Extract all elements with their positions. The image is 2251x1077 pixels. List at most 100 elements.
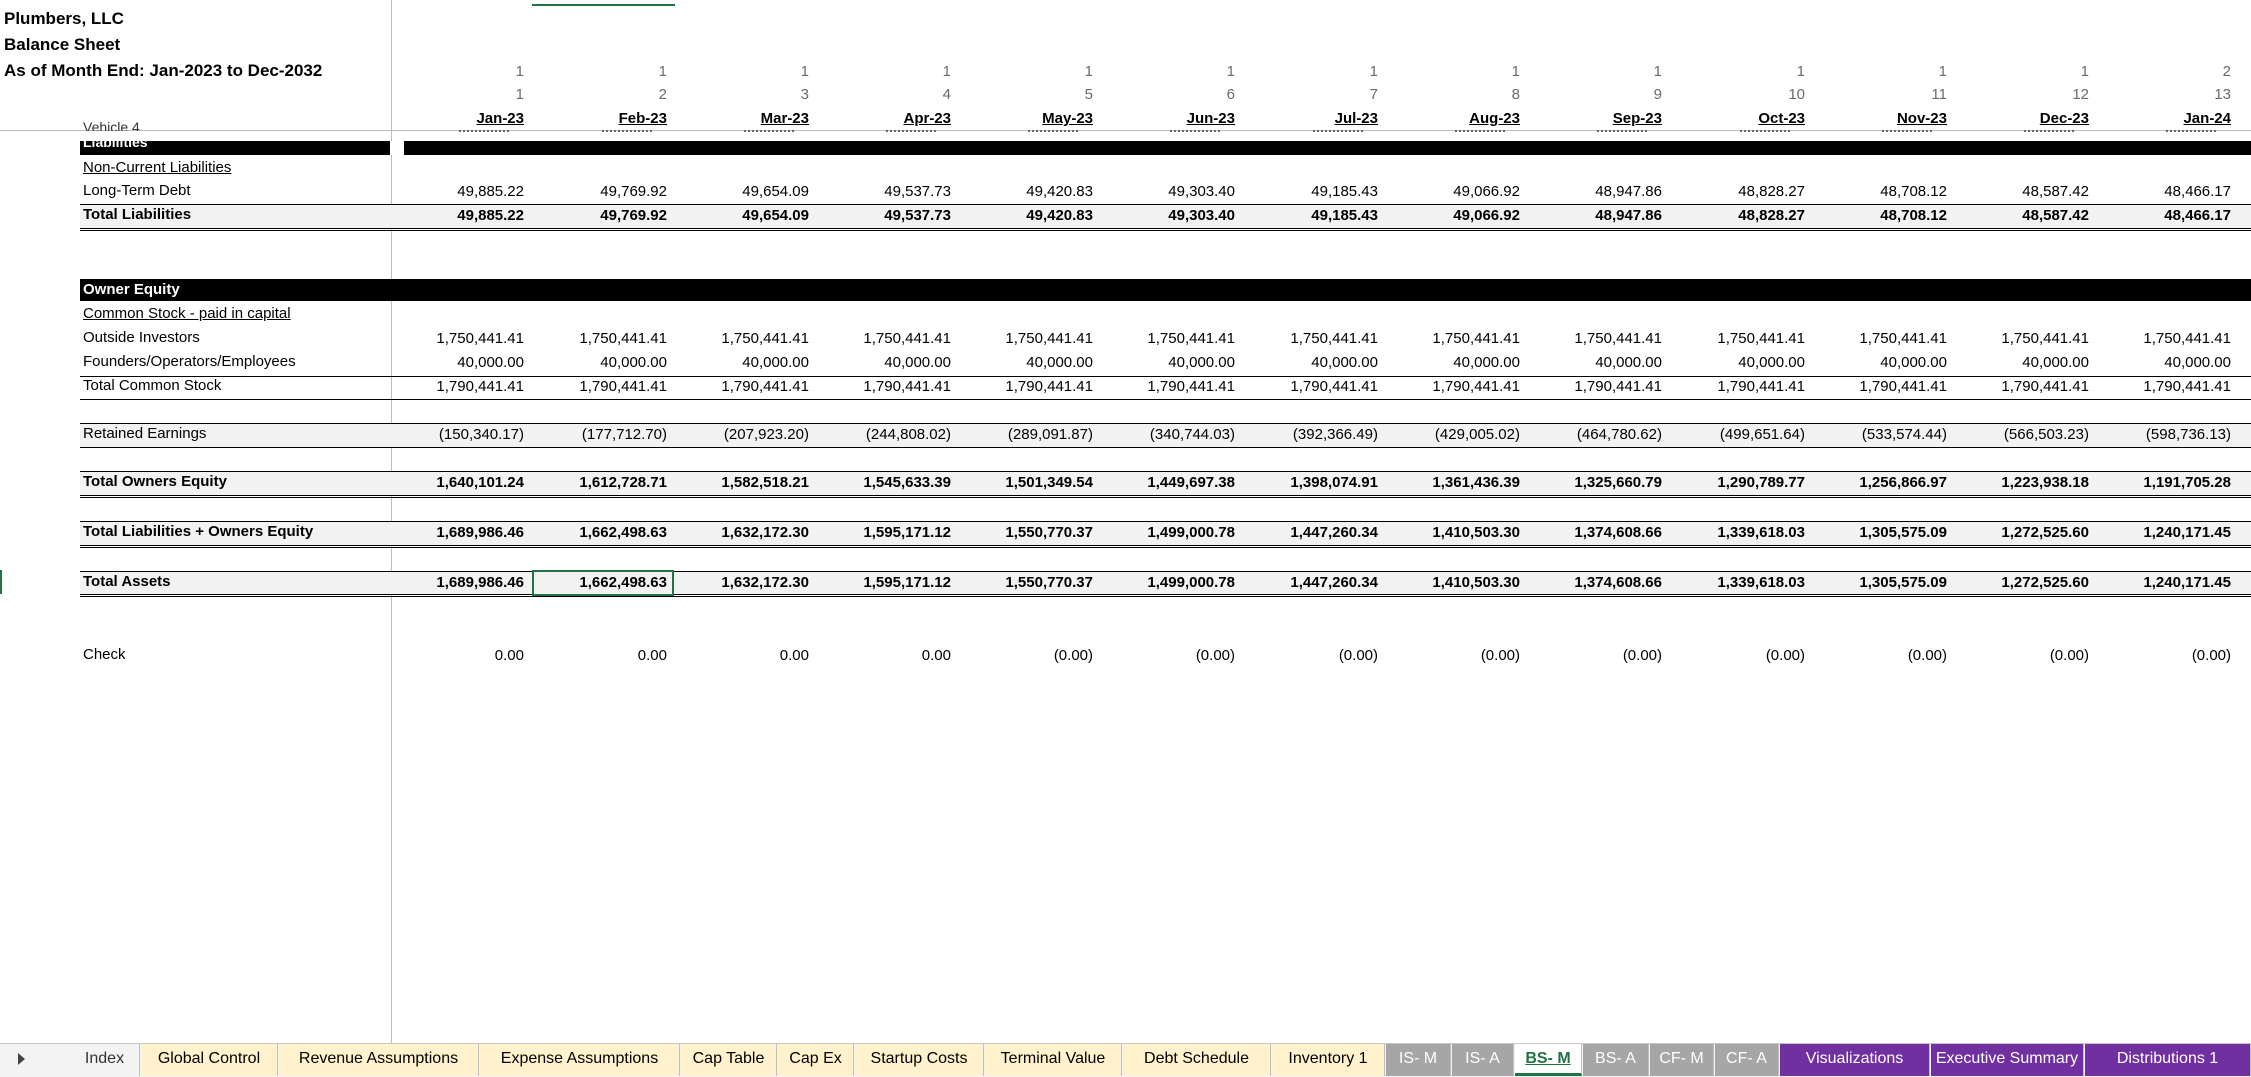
sheet-tab[interactable]: Visualizations — [1780, 1044, 1930, 1076]
value-cell[interactable]: 48,828.27 — [1680, 205, 1805, 227]
sheet-tab[interactable]: BS- A — [1583, 1044, 1649, 1076]
value-cell[interactable]: 1,750,441.41 — [542, 328, 667, 350]
value-cell[interactable]: (0.00) — [1253, 645, 1378, 667]
value-cell[interactable]: 1,398,074.91 — [1253, 472, 1378, 494]
value-cell[interactable]: (340,744.03) — [1110, 424, 1235, 446]
value-cell[interactable]: (0.00) — [1395, 645, 1520, 667]
scroll-tabs-right-icon[interactable] — [18, 1053, 25, 1065]
month-header-cell[interactable]: Jun-23 — [1110, 108, 1235, 130]
value-cell[interactable]: (244,808.02) — [826, 424, 951, 446]
value-cell[interactable]: 1,790,441.41 — [399, 376, 524, 398]
value-cell[interactable]: 1,790,441.41 — [1964, 376, 2089, 398]
value-cell[interactable]: 1,499,000.78 — [1110, 572, 1235, 594]
value-cell[interactable]: 1,256,866.97 — [1822, 472, 1947, 494]
value-cell[interactable]: 1,750,441.41 — [1110, 328, 1235, 350]
value-cell[interactable]: (150,340.17) — [399, 424, 524, 446]
value-cell[interactable]: 49,420.83 — [968, 181, 1093, 203]
month-header-cell[interactable]: May-23 — [968, 108, 1093, 130]
value-cell[interactable]: (464,780.62) — [1537, 424, 1662, 446]
value-cell[interactable]: (0.00) — [968, 645, 1093, 667]
value-cell[interactable]: 48,828.27 — [1680, 181, 1805, 203]
value-cell[interactable]: 1,550,770.37 — [968, 522, 1093, 544]
value-cell[interactable]: 1,223,938.18 — [1964, 472, 2089, 494]
sheet-tab[interactable]: Terminal Value — [985, 1044, 1122, 1076]
sheet-tab[interactable]: Index — [70, 1044, 140, 1076]
value-cell[interactable]: 49,654.09 — [684, 205, 809, 227]
value-cell[interactable]: 40,000.00 — [1253, 352, 1378, 374]
month-header-cell[interactable]: Jan-24 — [2106, 108, 2231, 130]
value-cell[interactable]: (533,574.44) — [1822, 424, 1947, 446]
value-cell[interactable]: 1,640,101.24 — [399, 472, 524, 494]
value-cell[interactable]: 1,410,503.30 — [1395, 572, 1520, 594]
value-cell[interactable]: (0.00) — [1964, 645, 2089, 667]
value-cell[interactable]: 49,420.83 — [968, 205, 1093, 227]
month-header-cell[interactable]: Sep-23 — [1537, 108, 1662, 130]
sheet-tab[interactable]: Cap Ex — [778, 1044, 854, 1076]
value-cell[interactable]: (566,503.23) — [1964, 424, 2089, 446]
value-cell[interactable]: 1,790,441.41 — [2106, 376, 2231, 398]
value-cell[interactable]: 1,595,171.12 — [826, 572, 951, 594]
value-cell[interactable]: 49,185.43 — [1253, 205, 1378, 227]
value-cell[interactable]: 40,000.00 — [1822, 352, 1947, 374]
month-header-cell[interactable]: Mar-23 — [684, 108, 809, 130]
value-cell[interactable]: 1,790,441.41 — [1822, 376, 1947, 398]
value-cell[interactable]: 1,447,260.34 — [1253, 572, 1378, 594]
value-cell[interactable]: 1,750,441.41 — [2106, 328, 2231, 350]
value-cell[interactable]: 1,790,441.41 — [1253, 376, 1378, 398]
value-cell[interactable]: (429,005.02) — [1395, 424, 1520, 446]
value-cell[interactable]: 1,361,436.39 — [1395, 472, 1520, 494]
value-cell[interactable]: 49,654.09 — [684, 181, 809, 203]
value-cell[interactable]: 1,305,575.09 — [1822, 572, 1947, 594]
sheet-tab[interactable]: Revenue Assumptions — [279, 1044, 479, 1076]
value-cell[interactable]: 1,305,575.09 — [1822, 522, 1947, 544]
value-cell[interactable]: 1,374,608.66 — [1537, 572, 1662, 594]
value-cell[interactable]: 49,769.92 — [542, 181, 667, 203]
value-cell[interactable]: 1,272,525.60 — [1964, 522, 2089, 544]
value-cell[interactable]: 49,066.92 — [1395, 181, 1520, 203]
value-cell[interactable]: 48,466.17 — [2106, 205, 2231, 227]
value-cell[interactable]: 1,790,441.41 — [684, 376, 809, 398]
value-cell[interactable]: 1,750,441.41 — [1253, 328, 1378, 350]
value-cell[interactable]: 49,769.92 — [542, 205, 667, 227]
value-cell[interactable]: 1,191,705.28 — [2106, 472, 2231, 494]
sheet-tab[interactable]: IS- A — [1452, 1044, 1514, 1076]
value-cell[interactable]: 40,000.00 — [1395, 352, 1520, 374]
value-cell[interactable]: 1,662,498.63 — [542, 522, 667, 544]
value-cell[interactable]: 1,750,441.41 — [826, 328, 951, 350]
value-cell[interactable]: 49,185.43 — [1253, 181, 1378, 203]
value-cell[interactable]: 40,000.00 — [542, 352, 667, 374]
sheet-tab[interactable]: CF- A — [1715, 1044, 1779, 1076]
value-cell[interactable]: 1,632,172.30 — [684, 522, 809, 544]
value-cell[interactable]: 48,708.12 — [1822, 205, 1947, 227]
value-cell[interactable]: 0.00 — [826, 645, 951, 667]
value-cell[interactable]: 48,587.42 — [1964, 205, 2089, 227]
value-cell[interactable]: 40,000.00 — [1680, 352, 1805, 374]
selected-cell[interactable] — [532, 570, 674, 596]
value-cell[interactable]: 1,595,171.12 — [826, 522, 951, 544]
value-cell[interactable]: 1,790,441.41 — [1395, 376, 1520, 398]
value-cell[interactable]: 1,689,986.46 — [399, 572, 524, 594]
sheet-tab[interactable]: BS- M — [1515, 1044, 1582, 1076]
sheet-tab[interactable]: Inventory 1 — [1272, 1044, 1385, 1076]
value-cell[interactable]: 1,325,660.79 — [1537, 472, 1662, 494]
value-cell[interactable]: (0.00) — [1822, 645, 1947, 667]
value-cell[interactable]: 1,790,441.41 — [968, 376, 1093, 398]
month-header-cell[interactable]: Dec-23 — [1964, 108, 2089, 130]
value-cell[interactable]: 1,545,633.39 — [826, 472, 951, 494]
month-header-cell[interactable]: Oct-23 — [1680, 108, 1805, 130]
value-cell[interactable]: (177,712.70) — [542, 424, 667, 446]
value-cell[interactable]: 1,240,171.45 — [2106, 572, 2231, 594]
value-cell[interactable]: 1,410,503.30 — [1395, 522, 1520, 544]
value-cell[interactable]: 1,750,441.41 — [1395, 328, 1520, 350]
value-cell[interactable]: 1,689,986.46 — [399, 522, 524, 544]
value-cell[interactable]: 0.00 — [542, 645, 667, 667]
sheet-tab[interactable]: Cap Table — [681, 1044, 777, 1076]
value-cell[interactable]: 40,000.00 — [1964, 352, 2089, 374]
value-cell[interactable]: 1,750,441.41 — [1822, 328, 1947, 350]
value-cell[interactable]: (0.00) — [1537, 645, 1662, 667]
value-cell[interactable]: 1,750,441.41 — [684, 328, 809, 350]
month-header-cell[interactable]: Feb-23 — [542, 108, 667, 130]
month-header-cell[interactable]: Aug-23 — [1395, 108, 1520, 130]
sheet-tab[interactable]: Global Control — [141, 1044, 278, 1076]
value-cell[interactable]: 1,272,525.60 — [1964, 572, 2089, 594]
